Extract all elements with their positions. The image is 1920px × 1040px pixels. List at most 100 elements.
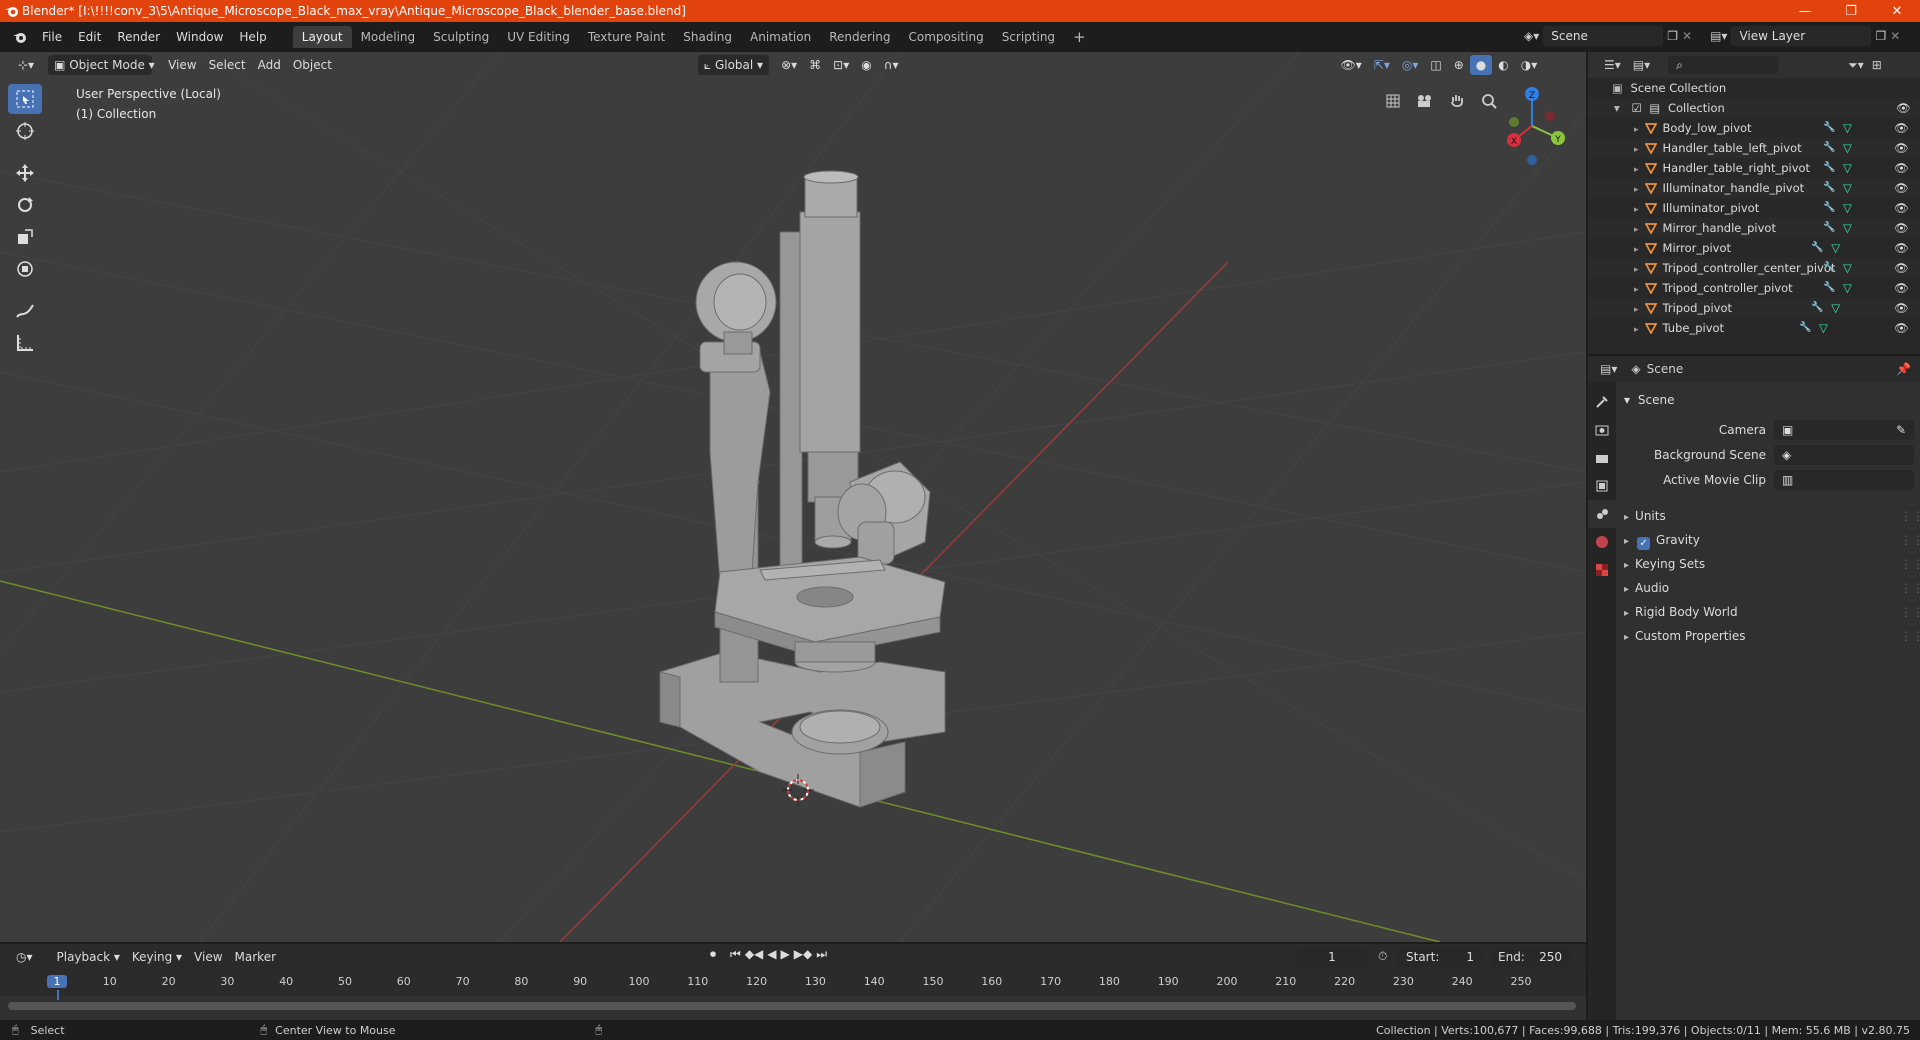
expand-arrow-icon[interactable]: ▸ [1634, 325, 1639, 335]
cursor-tool-icon[interactable] [8, 116, 42, 146]
expand-arrow-icon[interactable]: ▸ [1634, 245, 1639, 255]
mesh-data-icon[interactable]: ▽ [1819, 318, 1828, 338]
eye-icon[interactable]: 👁 [1894, 258, 1909, 278]
world-tab-icon[interactable] [1588, 528, 1616, 556]
outliner-collection[interactable]: ▾ ☑ ▤ Collection 👁 [1588, 98, 1920, 118]
menu-keying[interactable]: Keying ▾ [126, 947, 188, 967]
modifier-wrench-icon[interactable]: 🔧 [1823, 218, 1835, 238]
eye-icon[interactable]: 👁 [1894, 118, 1909, 138]
menu-object[interactable]: Object [287, 55, 338, 75]
panel-audio[interactable]: ▸ Audio ⋮⋮ [1616, 576, 1920, 600]
menu-marker[interactable]: Marker [229, 947, 282, 967]
timeline-ruler[interactable]: 1 10 20 30 40 50 60 70 80 90 100 110 120 130 140 150 160… [0, 970, 1586, 1000]
camera-view-icon[interactable] [1412, 88, 1438, 114]
3d-cursor-icon[interactable] [780, 772, 816, 808]
mesh-data-icon[interactable]: ▽ [1843, 218, 1852, 238]
modifier-wrench-icon[interactable]: 🔧 [1823, 178, 1835, 198]
eye-icon[interactable]: 👁 [1896, 98, 1911, 118]
record-icon[interactable]: ⏺ [710, 947, 716, 962]
mesh-data-icon[interactable]: ▽ [1843, 118, 1852, 138]
proportional-edit-icon[interactable]: ◉ [855, 55, 877, 75]
jump-keyframe-forward-icon[interactable]: ▶◆ [794, 947, 812, 962]
transform-tool-icon[interactable] [8, 254, 42, 284]
outliner-object-row[interactable]: ▸ Mirror_pivot 🔧 ▽ 👁 [1588, 238, 1920, 258]
visibility-icon[interactable]: 👁▾ [1335, 55, 1368, 75]
menu-render[interactable]: Render [109, 26, 168, 48]
add-workspace-button[interactable]: + [1064, 26, 1095, 48]
mesh-data-icon[interactable]: ▽ [1843, 178, 1852, 198]
menu-view-timeline[interactable]: View [188, 947, 228, 967]
outliner-object-row[interactable]: ▸ Handler_table_right_pivot 🔧 ▽ 👁 [1588, 158, 1920, 178]
scene-tab-icon[interactable] [1588, 500, 1616, 528]
view-layer-browse-icon[interactable]: ▤▾ [1710, 29, 1727, 43]
microscope-model[interactable] [640, 152, 980, 812]
eye-icon[interactable]: 👁 [1894, 238, 1909, 258]
tab-texture-paint[interactable]: Texture Paint [579, 26, 674, 48]
scene-new-icon[interactable]: ❐ [1667, 29, 1678, 43]
outliner-object-row[interactable]: ▸ Tripod_controller_center_pivot 🔧 ▽ 👁 [1588, 258, 1920, 278]
active-movie-clip-field[interactable]: ▥ [1774, 470, 1914, 490]
transform-orientation-dropdown[interactable]: ⟀ Global ▾ [697, 55, 770, 75]
tool-tab-icon[interactable] [1588, 388, 1616, 416]
eyedropper-icon[interactable]: ✎ [1896, 420, 1906, 440]
scale-tool-icon[interactable] [8, 222, 42, 252]
menu-playback[interactable]: Playback ▾ [51, 947, 126, 967]
tab-sculpting[interactable]: Sculpting [424, 26, 498, 48]
maximize-button[interactable]: ❐ [1828, 0, 1874, 22]
drag-handle-icon[interactable]: ⋮⋮ [1900, 504, 1920, 528]
pin-icon[interactable]: 📌 [1896, 362, 1911, 376]
eye-icon[interactable]: 👁 [1894, 318, 1909, 338]
minimize-button[interactable]: — [1782, 0, 1828, 22]
expand-arrow-icon[interactable]: ▸ [1634, 145, 1639, 155]
jump-keyframe-back-icon[interactable]: ◆◀ [745, 947, 763, 962]
modifier-wrench-icon[interactable]: 🔧 [1823, 258, 1835, 278]
scene-browse-icon[interactable]: ◈▾ [1524, 29, 1539, 43]
outliner-object-row[interactable]: ▸ Body_low_pivot 🔧 ▽ 👁 [1588, 118, 1920, 138]
menu-add[interactable]: Add [252, 55, 287, 75]
stopwatch-icon[interactable]: ⏱ [1378, 949, 1387, 964]
pivot-point-icon[interactable]: ⊗▾ [775, 55, 803, 75]
timeline-editor-type-icon[interactable]: ◷▾ [10, 947, 39, 967]
outliner-editor-type-icon[interactable]: ☰▾ [1604, 58, 1621, 72]
menu-edit[interactable]: Edit [70, 26, 109, 48]
scene-section-header[interactable]: ▾ Scene [1616, 388, 1920, 412]
shading-wireframe-icon[interactable]: ⊕ [1448, 55, 1470, 75]
modifier-wrench-icon[interactable]: 🔧 [1823, 138, 1835, 158]
current-frame-field[interactable]: 1 [1296, 947, 1368, 967]
gizmo-toggle-icon[interactable]: ⇱▾ [1368, 55, 1396, 75]
expand-arrow-icon[interactable]: ▸ [1634, 265, 1639, 275]
editor-type-icon[interactable]: ⊹▾ [12, 55, 40, 75]
mesh-data-icon[interactable]: ▽ [1843, 258, 1852, 278]
blender-menu-icon[interactable] [6, 27, 34, 47]
3d-viewport[interactable]: ⊹▾ ▣ Object Mode ▾ View Select Add Objec… [0, 52, 1586, 942]
tab-rendering[interactable]: Rendering [820, 26, 899, 48]
outliner-object-row[interactable]: ▸ Illuminator_handle_pivot 🔧 ▽ 👁 [1588, 178, 1920, 198]
tab-layout[interactable]: Layout [292, 26, 352, 48]
panel-gravity[interactable]: ▸ ✓ Gravity ⋮⋮ [1616, 528, 1920, 552]
jump-end-icon[interactable]: ⏭ [816, 947, 827, 962]
toggle-camera-grid-icon[interactable] [1380, 88, 1406, 114]
drag-handle-icon[interactable]: ⋮⋮ [1900, 528, 1920, 552]
modifier-wrench-icon[interactable]: 🔧 [1799, 318, 1811, 338]
outliner-search-input[interactable]: ⌕ [1668, 56, 1779, 74]
expand-arrow-icon[interactable]: ▸ [1634, 285, 1639, 295]
play-icon[interactable]: ▶ [781, 947, 790, 962]
expand-arrow-icon[interactable]: ▸ [1634, 125, 1639, 135]
properties-editor-type-icon[interactable]: ▤▾ [1600, 362, 1617, 376]
tab-animation[interactable]: Animation [741, 26, 820, 48]
collapse-arrow-icon[interactable]: ▾ [1614, 101, 1620, 115]
snap-target-icon[interactable]: ⊡▾ [827, 55, 855, 75]
overlay-toggle-icon[interactable]: ◎▾ [1396, 55, 1425, 75]
outliner-object-row[interactable]: ▸ Handler_table_left_pivot 🔧 ▽ 👁 [1588, 138, 1920, 158]
falloff-icon[interactable]: ∩▾ [878, 55, 905, 75]
menu-window[interactable]: Window [168, 26, 231, 48]
mode-dropdown[interactable]: ▣ Object Mode ▾ [48, 55, 155, 75]
mesh-data-icon[interactable]: ▽ [1843, 158, 1852, 178]
measure-tool-icon[interactable] [8, 328, 42, 358]
modifier-wrench-icon[interactable]: 🔧 [1823, 198, 1835, 218]
snap-icon[interactable]: ⌘ [803, 55, 827, 75]
outliner-object-row[interactable]: ▸ Tripod_controller_pivot 🔧 ▽ 👁 [1588, 278, 1920, 298]
modifier-wrench-icon[interactable]: 🔧 [1823, 158, 1835, 178]
jump-start-icon[interactable]: ⏮ [730, 947, 741, 962]
modifier-wrench-icon[interactable]: 🔧 [1811, 238, 1823, 258]
